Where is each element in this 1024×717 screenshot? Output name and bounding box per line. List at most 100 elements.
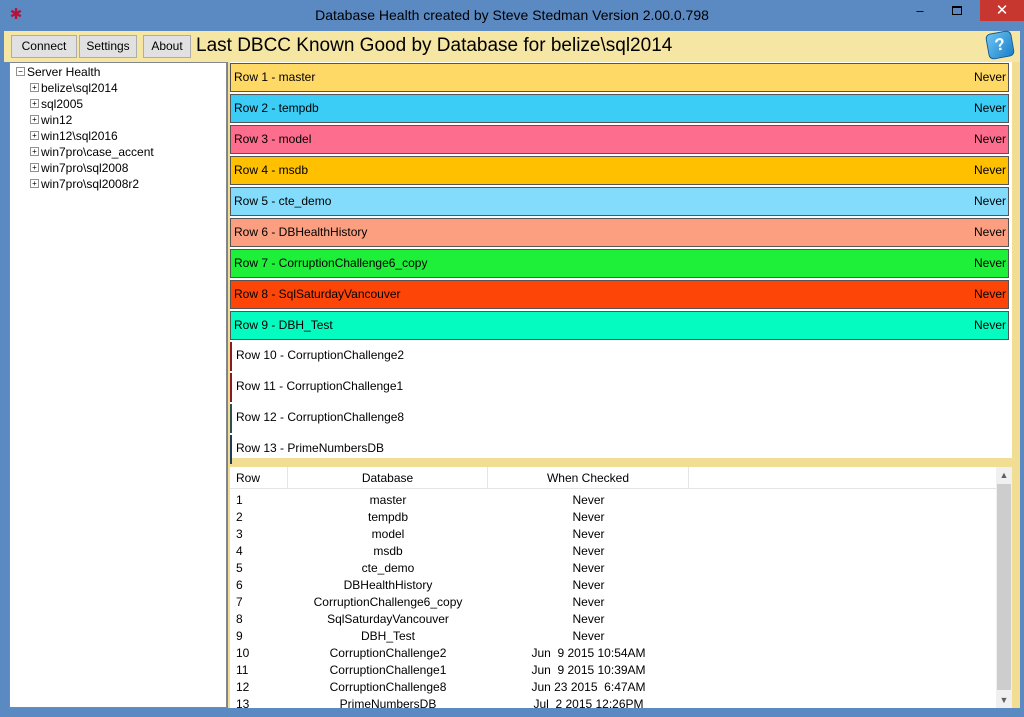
cell-row-number: 4	[236, 544, 243, 558]
cell-when-checked: Jun 9 2015 10:39AM	[531, 663, 646, 677]
dbcc-bar: Row 3 - model Never	[230, 125, 1009, 154]
bar-label: Row 2 - tempdb	[234, 101, 319, 115]
expand-icon[interactable]: +	[30, 115, 39, 125]
cell-database: msdb	[373, 544, 403, 558]
table-row[interactable]: 1 master Never	[230, 492, 996, 509]
close-button[interactable]: ✕	[980, 0, 1024, 21]
dbcc-bar: Row 10 - CorruptionChallenge2	[230, 342, 1009, 371]
title-bar[interactable]: ✱ Database Health created by Steve Stedm…	[0, 0, 1024, 31]
about-button[interactable]: About	[143, 35, 191, 58]
table-row[interactable]: 13 PrimeNumbersDB Jul 2 2015 12:26PM	[230, 696, 996, 708]
tree-item[interactable]: + belize\sql2014	[30, 80, 118, 95]
bar-label: Row 7 - CorruptionChallenge6_copy	[234, 256, 428, 270]
table-row[interactable]: 3 model Never	[230, 526, 996, 543]
cell-when-checked: Never	[572, 595, 605, 609]
grid-header: Row Database When Checked	[230, 467, 996, 489]
cell-row-number: 5	[236, 561, 243, 575]
column-header-when-checked[interactable]: When Checked	[488, 467, 689, 489]
bar-label: Row 6 - DBHealthHistory	[234, 225, 368, 239]
minimize-button[interactable]: –	[906, 0, 934, 21]
cell-when-checked: Never	[572, 629, 605, 643]
dbcc-bar: Row 7 - CorruptionChallenge6_copy Never	[230, 249, 1009, 278]
cell-database: CorruptionChallenge1	[329, 663, 447, 677]
table-row[interactable]: 9 DBH_Test Never	[230, 628, 996, 645]
collapse-icon[interactable]: −	[16, 67, 25, 77]
page-title: Last DBCC Known Good by Database for bel…	[196, 35, 673, 56]
tree-item-label: win12	[41, 112, 73, 127]
cell-database: PrimeNumbersDB	[339, 697, 437, 708]
cell-database: master	[369, 493, 407, 507]
bar-value: Never	[973, 163, 1006, 177]
right-area: Row 1 - master Never Row 2 - tempdb Never Ro…	[228, 62, 1020, 708]
bar-label: Row 10 - CorruptionChallenge2	[236, 348, 405, 362]
bar-value: Never	[973, 225, 1006, 239]
expand-icon[interactable]: +	[30, 163, 39, 173]
dbcc-bar: Row 13 - PrimeNumbersDB	[230, 435, 1009, 464]
cell-database: DBHealthHistory	[343, 578, 433, 592]
scroll-down-icon[interactable]: ▼	[996, 692, 1012, 708]
cell-when-checked: Never	[572, 510, 605, 524]
table-row[interactable]: 6 DBHealthHistory Never	[230, 577, 996, 594]
cell-when-checked: Jun 9 2015 10:54AM	[531, 646, 646, 660]
bar-label: Row 1 - master	[234, 70, 316, 84]
vertical-scrollbar[interactable]: ▲ ▼	[996, 467, 1012, 708]
window-title: Database Health created by Steve Stedman…	[315, 7, 709, 23]
tree-item[interactable]: + win12	[30, 112, 72, 127]
cell-when-checked: Never	[572, 493, 605, 507]
expand-icon[interactable]: +	[30, 179, 39, 189]
table-row[interactable]: 11 CorruptionChallenge1 Jun 9 2015 10:39AM	[230, 662, 996, 679]
dbcc-bar-list: Row 1 - master Never Row 2 - tempdb Never Ro…	[230, 62, 1012, 464]
bar-label: Row 3 - model	[234, 132, 312, 146]
bar-value: Never	[973, 132, 1006, 146]
cell-row-number: 7	[236, 595, 243, 609]
table-row[interactable]: 4 msdb Never	[230, 543, 996, 560]
tree-item[interactable]: + win7pro\case_accent	[30, 144, 154, 159]
app-window: ✱ Database Health created by Steve Stedm…	[0, 0, 1024, 717]
help-icon[interactable]: ?	[984, 29, 1016, 61]
cell-database: CorruptionChallenge8	[329, 680, 447, 694]
cell-when-checked: Jun 23 2015 6:47AM	[531, 680, 646, 694]
tree-root-server-health[interactable]: − Server Health	[16, 64, 100, 79]
maximize-icon	[952, 6, 962, 16]
tree-item[interactable]: + sql2005	[30, 96, 83, 111]
tree-item-label: belize\sql2014	[41, 80, 118, 95]
dbcc-bar: Row 11 - CorruptionChallenge1	[230, 373, 1009, 402]
cell-row-number: 13	[236, 697, 250, 708]
table-row[interactable]: 7 CorruptionChallenge6_copy Never	[230, 594, 996, 611]
table-row[interactable]: 10 CorruptionChallenge2 Jun 9 2015 10:54AM	[230, 645, 996, 662]
tree-item-label: win12\sql2016	[41, 128, 118, 143]
dbcc-bar: Row 9 - DBH_Test Never	[230, 311, 1009, 340]
column-header-database[interactable]: Database	[288, 467, 488, 489]
cell-row-number: 10	[236, 646, 250, 660]
cell-database: cte_demo	[361, 561, 415, 575]
bar-label: Row 9 - DBH_Test	[234, 318, 333, 332]
connect-button[interactable]: Connect	[11, 35, 77, 58]
bar-label: Row 11 - CorruptionChallenge1	[236, 379, 404, 393]
cell-database: CorruptionChallenge2	[329, 646, 447, 660]
table-row[interactable]: 12 CorruptionChallenge8 Jun 23 2015 6:47AM	[230, 679, 996, 696]
cell-row-number: 9	[236, 629, 243, 643]
expand-icon[interactable]: +	[30, 83, 39, 93]
dbcc-bar: Row 1 - master Never	[230, 63, 1009, 92]
scroll-up-icon[interactable]: ▲	[996, 467, 1012, 483]
tree-item[interactable]: + win7pro\sql2008r2	[30, 176, 139, 191]
table-row[interactable]: 2 tempdb Never	[230, 509, 996, 526]
cell-when-checked: Never	[572, 612, 605, 626]
settings-button[interactable]: Settings	[79, 35, 137, 58]
table-row[interactable]: 8 SqlSaturdayVancouver Never	[230, 611, 996, 628]
cell-row-number: 11	[236, 663, 249, 677]
tree-item[interactable]: + win12\sql2016	[30, 128, 118, 143]
dbcc-bar: Row 8 - SqlSaturdayVancouver Never	[230, 280, 1009, 309]
maximize-button[interactable]	[934, 0, 980, 21]
cell-row-number: 6	[236, 578, 243, 592]
tree-item-label: win7pro\sql2008	[41, 160, 129, 175]
column-header-row[interactable]: Row	[230, 467, 288, 489]
expand-icon[interactable]: +	[30, 99, 39, 109]
expand-icon[interactable]: +	[30, 131, 39, 141]
cell-database: CorruptionChallenge6_copy	[313, 595, 463, 609]
cell-when-checked: Jul 2 2015 12:26PM	[533, 697, 644, 708]
scroll-thumb[interactable]	[997, 484, 1011, 690]
tree-item[interactable]: + win7pro\sql2008	[30, 160, 128, 175]
table-row[interactable]: 5 cte_demo Never	[230, 560, 996, 577]
expand-icon[interactable]: +	[30, 147, 39, 157]
